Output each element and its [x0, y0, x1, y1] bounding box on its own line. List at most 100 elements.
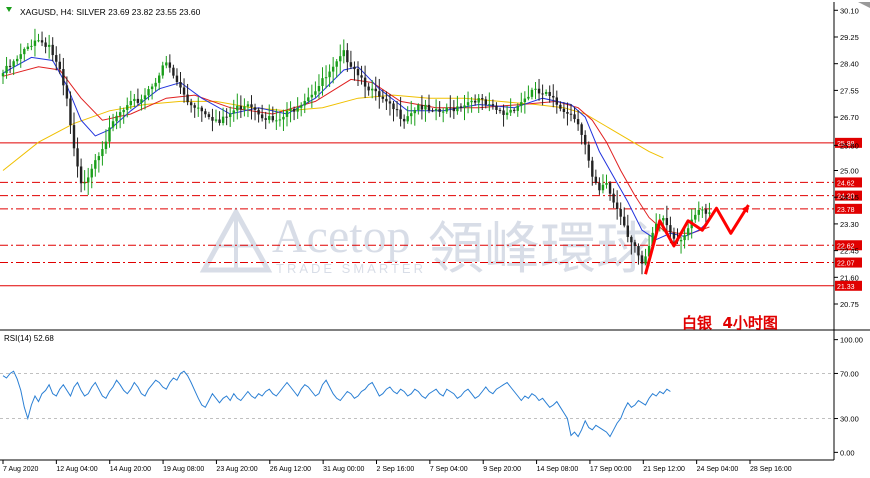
- candle-body: [626, 225, 629, 237]
- candle-body: [367, 86, 370, 91]
- candle-body: [548, 91, 551, 96]
- candle-body: [278, 119, 282, 121]
- rsi-tick-label: 30.00: [840, 415, 859, 424]
- candle-body: [704, 209, 708, 214]
- price-level-label: 23.78: [837, 207, 855, 214]
- candle-body: [271, 116, 274, 121]
- candle-body: [33, 40, 37, 46]
- candle-body: [221, 116, 225, 124]
- caption-timeframe: 4小时图: [722, 314, 778, 332]
- candle-body: [65, 85, 69, 99]
- candle-body: [79, 166, 83, 184]
- candle-body: [300, 105, 303, 108]
- candle-body: [598, 182, 601, 191]
- candle-body: [168, 62, 172, 68]
- candle-body: [630, 236, 633, 243]
- candle-body: [335, 61, 338, 67]
- candle-body: [608, 182, 612, 194]
- candle-body: [694, 214, 697, 220]
- candle-body: [516, 105, 519, 111]
- candle-body: [90, 168, 93, 178]
- candle-body: [186, 94, 189, 103]
- candle-body: [470, 100, 473, 103]
- candle-body: [388, 101, 392, 104]
- price-tick-label: 30.10: [840, 6, 859, 15]
- candle-body: [282, 116, 285, 120]
- candle-body: [115, 115, 118, 122]
- candle-body: [509, 109, 512, 113]
- candle-body: [126, 105, 129, 110]
- candle-body: [58, 61, 61, 70]
- candle-body: [260, 114, 264, 119]
- candle-body: [530, 89, 534, 97]
- price-tick-label: 22.45: [840, 247, 859, 256]
- candle-body: [111, 121, 115, 128]
- candle-body: [179, 82, 182, 88]
- time-tick-label: 31 Aug 00:00: [323, 466, 364, 473]
- candle-body: [399, 109, 402, 119]
- candle-body: [218, 119, 221, 124]
- candle-body: [385, 98, 388, 102]
- price-tick-label: 24.15: [840, 193, 859, 202]
- candle-body: [534, 88, 537, 90]
- price-tick-label: 27.55: [840, 86, 859, 95]
- candle-body: [502, 110, 505, 115]
- candle-body: [537, 88, 541, 94]
- candle-body: [44, 42, 47, 47]
- candle-body: [143, 95, 147, 100]
- candle-body: [246, 104, 250, 107]
- watermark-tagline: TRADE SMARTER: [276, 261, 426, 276]
- candle-body: [402, 118, 406, 122]
- time-tick-label: 7 Sep 04:00: [430, 466, 468, 473]
- candle-body: [420, 104, 424, 110]
- candle-body: [576, 119, 580, 125]
- candle-body: [555, 97, 558, 105]
- candle-body: [686, 228, 690, 236]
- candle-body: [573, 114, 576, 120]
- candle-body: [488, 104, 491, 106]
- candle-body: [353, 66, 356, 70]
- candle-body: [150, 86, 154, 90]
- candle-body: [225, 116, 228, 118]
- price-level-label: 21.33: [837, 284, 855, 291]
- candle-body: [708, 212, 711, 214]
- symbol-info: XAGUSD, H4: SILVER 23.69 23.82 23.55 23.…: [20, 7, 201, 17]
- candle-body: [591, 160, 594, 177]
- price-level-label: 22.07: [837, 261, 855, 268]
- candle-body: [637, 246, 640, 256]
- time-tick-label: 17 Sep 00:00: [590, 466, 632, 473]
- candle-body: [87, 177, 90, 183]
- candle-body: [40, 40, 44, 43]
- price-tick-label: 28.40: [840, 60, 859, 69]
- candle-body: [285, 110, 289, 117]
- candle-body: [339, 56, 342, 62]
- candle-body: [612, 193, 615, 203]
- candle-body: [442, 111, 445, 113]
- chart-caption: 白银 4小时图: [682, 312, 778, 333]
- candle-body: [349, 62, 353, 67]
- candle-body: [182, 87, 186, 95]
- candle-body: [679, 240, 683, 242]
- candle-body: [51, 44, 54, 56]
- candle-body: [520, 102, 523, 106]
- price-tick-label: 25.00: [840, 166, 859, 175]
- candle-body: [268, 116, 271, 120]
- candle-body: [619, 209, 622, 217]
- time-tick-label: 24 Sep 04:00: [697, 466, 739, 473]
- candle-body: [189, 102, 193, 106]
- candle-body: [140, 99, 143, 103]
- candle-body: [253, 107, 257, 110]
- candle-body: [321, 78, 324, 86]
- candle-body: [328, 71, 331, 78]
- time-tick-label: 14 Sep 08:00: [537, 466, 579, 473]
- candle-body: [8, 65, 12, 67]
- candle-body: [147, 89, 150, 96]
- candle-body: [310, 94, 314, 98]
- candle-body: [463, 105, 466, 108]
- candle-body: [314, 91, 317, 95]
- candle-body: [371, 88, 374, 91]
- candle-body: [381, 96, 385, 99]
- candle-body: [275, 120, 278, 122]
- candle-body: [356, 69, 360, 76]
- candle-body: [133, 98, 136, 101]
